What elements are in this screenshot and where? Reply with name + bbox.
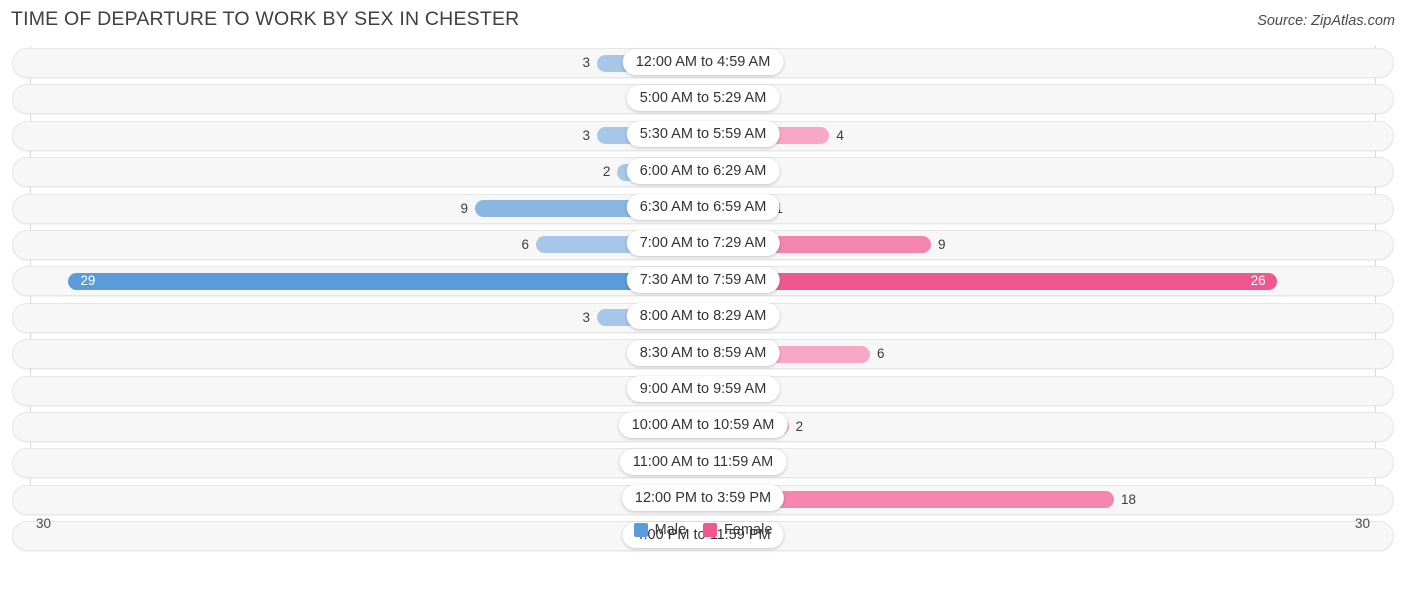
category-label: 5:30 AM to 5:59 AM bbox=[626, 121, 780, 148]
value-label-male: 3 bbox=[582, 309, 590, 325]
value-label-male: 2 bbox=[602, 164, 611, 180]
legend-item[interactable]: Female bbox=[703, 522, 772, 538]
value-label-female: 18 bbox=[1121, 491, 1137, 507]
category-label: 12:00 PM to 3:59 PM bbox=[621, 485, 785, 512]
chart-legend: Male Female bbox=[0, 522, 1406, 538]
category-label: 8:30 AM to 8:59 AM bbox=[626, 339, 780, 366]
value-label-female: 2 bbox=[795, 418, 804, 434]
legend-swatch-icon bbox=[703, 523, 718, 537]
chart-row: 6 9 7:00 AM to 7:29 AM bbox=[0, 229, 1406, 265]
value-label-male: 9 bbox=[460, 200, 468, 216]
chart-row: 0210:00 AM to 10:59 AM bbox=[0, 411, 1406, 447]
chart-row: 01812:00 PM to 3:59 PM bbox=[0, 484, 1406, 520]
category-label: 7:00 AM to 7:29 AM bbox=[626, 230, 780, 257]
bar-male bbox=[68, 272, 703, 290]
chart-row: 308:00 AM to 8:29 AM bbox=[0, 302, 1406, 338]
category-label: 11:00 AM to 11:59 AM bbox=[619, 448, 787, 475]
category-label: 10:00 AM to 10:59 AM bbox=[618, 412, 788, 439]
bar-female bbox=[703, 272, 1277, 290]
chart-plot-area: 3112:00 AM to 4:59 AM005:00 AM to 5:29 A… bbox=[0, 42, 1406, 552]
chart-row: 3112:00 AM to 4:59 AM bbox=[0, 47, 1406, 83]
category-label: 8:00 AM to 8:29 AM bbox=[626, 303, 780, 330]
category-label: 6:30 AM to 6:59 AM bbox=[626, 194, 780, 221]
source-attribution: Source: ZipAtlas.com bbox=[1257, 13, 1395, 29]
chart-row: 29 26 7:30 AM to 7:59 AM bbox=[0, 265, 1406, 301]
chart-rows: 3112:00 AM to 4:59 AM005:00 AM to 5:29 A… bbox=[0, 47, 1406, 556]
chart-row: 068:30 AM to 8:59 AM bbox=[0, 338, 1406, 374]
chart-row: 005:00 AM to 5:29 AM bbox=[0, 83, 1406, 119]
category-label: 12:00 AM to 4:59 AM bbox=[622, 48, 784, 75]
chart-row: 916:30 AM to 6:59 AM bbox=[0, 193, 1406, 229]
chart-header: TIME OF DEPARTURE TO WORK BY SEX IN CHES… bbox=[0, 0, 1406, 42]
value-label-female: 9 bbox=[938, 236, 946, 252]
value-label-male: 6 bbox=[521, 236, 529, 252]
legend-item[interactable]: Male bbox=[633, 522, 687, 538]
value-label-male: 29 bbox=[80, 273, 96, 289]
category-label: 6:00 AM to 6:29 AM bbox=[626, 157, 780, 184]
value-label-female: 4 bbox=[836, 127, 844, 143]
page-title: TIME OF DEPARTURE TO WORK BY SEX IN CHES… bbox=[11, 8, 520, 30]
chart-row: 206:00 AM to 6:29 AM bbox=[0, 156, 1406, 192]
chart-row: 009:00 AM to 9:59 AM bbox=[0, 375, 1406, 411]
legend-swatch-icon bbox=[633, 523, 648, 537]
value-label-male: 3 bbox=[582, 127, 590, 143]
value-label-male: 3 bbox=[582, 55, 590, 70]
legend-label: Female bbox=[724, 522, 773, 538]
legend-label: Male bbox=[654, 522, 687, 538]
value-label-female: 26 bbox=[1250, 273, 1266, 289]
category-label: 5:00 AM to 5:29 AM bbox=[626, 84, 780, 111]
value-label-female: 6 bbox=[877, 346, 885, 362]
category-label: 7:30 AM to 7:59 AM bbox=[626, 266, 780, 293]
category-label: 9:00 AM to 9:59 AM bbox=[626, 376, 780, 403]
chart-row: 3 4 5:30 AM to 5:59 AM bbox=[0, 120, 1406, 156]
chart-row: 0011:00 AM to 11:59 AM bbox=[0, 447, 1406, 483]
